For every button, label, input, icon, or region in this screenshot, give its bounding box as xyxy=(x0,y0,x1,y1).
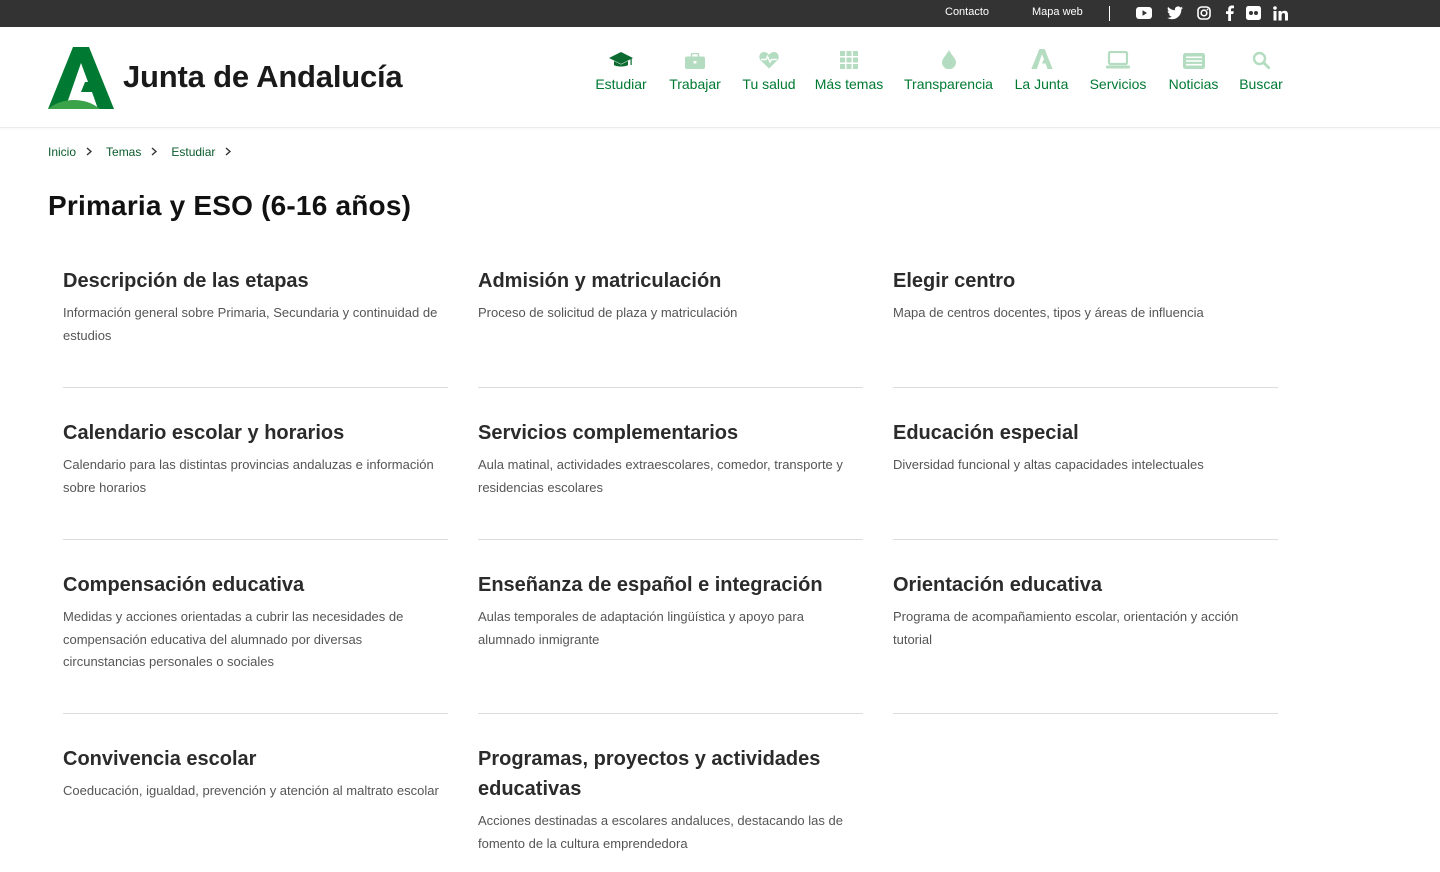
topic-card[interactable]: Enseñanza de español e integración Aulas… xyxy=(478,570,863,714)
sitemap-link[interactable]: Mapa web xyxy=(1032,6,1083,18)
grid-icon xyxy=(840,45,858,69)
card-divider xyxy=(893,713,1278,714)
chevron-right-icon xyxy=(151,145,158,159)
topic-description: Información general sobre Primaria, Secu… xyxy=(63,305,438,343)
twitter-icon[interactable] xyxy=(1167,5,1183,21)
topic-title[interactable]: Convivencia escolar xyxy=(63,744,448,774)
site-header: Junta de Andalucía Estudiar Trabajar Tu … xyxy=(0,27,1440,128)
topic-title[interactable]: Orientación educativa xyxy=(893,570,1278,600)
card-divider xyxy=(63,539,448,540)
linkedin-icon[interactable] xyxy=(1272,5,1288,21)
topbar-divider xyxy=(1109,6,1110,21)
page-title: Primaria y ESO (6-16 años) xyxy=(48,190,412,221)
topic-description: Medidas y acciones orientadas a cubrir l… xyxy=(63,609,404,669)
nav-item-tu-salud[interactable]: Tu salud xyxy=(741,45,797,115)
card-divider xyxy=(63,387,448,388)
topic-card[interactable]: Servicios complementarios Aula matinal, … xyxy=(478,418,863,540)
breadcrumb: Inicio Temas Estudiar xyxy=(48,145,245,159)
breadcrumb-estudiar[interactable]: Estudiar xyxy=(171,145,215,159)
flickr-icon[interactable] xyxy=(1245,5,1261,21)
card-divider xyxy=(478,539,863,540)
card-divider xyxy=(478,713,863,714)
topic-title[interactable]: Enseñanza de español e integración xyxy=(478,570,863,600)
top-bar: Contacto Mapa web xyxy=(0,0,1440,27)
topic-title[interactable]: Descripción de las etapas xyxy=(63,266,448,296)
topic-card[interactable]: Orientación educativa Programa de acompa… xyxy=(893,570,1278,714)
topic-title[interactable]: Educación especial xyxy=(893,418,1278,448)
junta-a-icon xyxy=(1030,45,1053,69)
instagram-icon[interactable] xyxy=(1196,5,1212,21)
topic-card[interactable]: Programas, proyectos y actividades educa… xyxy=(478,744,863,855)
chevron-right-icon xyxy=(225,145,232,159)
nav-label: La Junta xyxy=(1014,76,1069,92)
heart-pulse-icon xyxy=(759,45,779,69)
nav-label: Trabajar xyxy=(669,76,721,92)
topic-description: Coeducación, igualdad, prevención y aten… xyxy=(63,783,439,798)
nav-item-mas-temas[interactable]: Más temas xyxy=(814,45,884,115)
nav-item-noticias[interactable]: Noticias xyxy=(1166,45,1221,115)
contact-link[interactable]: Contacto xyxy=(945,6,989,18)
topic-title[interactable]: Calendario escolar y horarios xyxy=(63,418,448,448)
newspaper-icon xyxy=(1182,45,1205,69)
breadcrumb-temas[interactable]: Temas xyxy=(106,145,141,159)
nav-item-trabajar[interactable]: Trabajar xyxy=(667,45,723,115)
brand-name[interactable]: Junta de Andalucía xyxy=(123,59,403,95)
topic-description: Calendario para las distintas provincias… xyxy=(63,457,434,495)
topic-description: Aula matinal, actividades extraescolares… xyxy=(478,457,843,495)
nav-item-servicios[interactable]: Servicios xyxy=(1088,45,1148,115)
topic-card[interactable]: Compensación educativa Medidas y accione… xyxy=(63,570,448,714)
laptop-icon xyxy=(1106,45,1130,69)
topic-description: Mapa de centros docentes, tipos y áreas … xyxy=(893,305,1204,320)
nav-label: Tu salud xyxy=(742,76,796,92)
briefcase-icon xyxy=(685,45,705,69)
nav-label: Servicios xyxy=(1089,76,1147,92)
nav-label: Transparencia xyxy=(904,76,993,92)
topic-card[interactable]: Convivencia escolar Coeducación, igualda… xyxy=(63,744,448,803)
topic-card[interactable]: Admisión y matriculación Proceso de soli… xyxy=(478,266,863,388)
card-divider xyxy=(893,387,1278,388)
junta-logo[interactable] xyxy=(48,47,114,109)
card-divider xyxy=(478,387,863,388)
drop-icon xyxy=(941,45,956,69)
topic-card[interactable]: Calendario escolar y horarios Calendario… xyxy=(63,418,448,540)
topic-description: Proceso de solicitud de plaza y matricul… xyxy=(478,305,738,320)
nav-label: Noticias xyxy=(1168,76,1219,92)
nav-label: Buscar xyxy=(1239,76,1283,92)
topic-description: Acciones destinadas a escolares andaluce… xyxy=(478,813,843,851)
topic-title[interactable]: Admisión y matriculación xyxy=(478,266,863,296)
nav-item-estudiar[interactable]: Estudiar xyxy=(594,45,648,115)
nav-label: Más temas xyxy=(814,76,884,92)
topic-description: Diversidad funcional y altas capacidades… xyxy=(893,457,1204,472)
topic-title[interactable]: Servicios complementarios xyxy=(478,418,863,448)
nav-item-transparencia[interactable]: Transparencia xyxy=(902,45,995,115)
topic-title[interactable]: Programas, proyectos y actividades educa… xyxy=(478,744,863,804)
nav-label: Estudiar xyxy=(595,76,647,92)
card-divider xyxy=(63,713,448,714)
youtube-icon[interactable] xyxy=(1136,5,1152,21)
nav-item-la-junta[interactable]: La Junta xyxy=(1013,45,1070,115)
graduation-cap-icon xyxy=(609,45,633,69)
topic-title[interactable]: Compensación educativa xyxy=(63,570,448,600)
facebook-icon[interactable] xyxy=(1221,5,1237,21)
topic-card[interactable]: Descripción de las etapas Información ge… xyxy=(63,266,448,388)
topic-description: Aulas temporales de adaptación lingüísti… xyxy=(478,609,804,647)
breadcrumb-inicio[interactable]: Inicio xyxy=(48,145,76,159)
topic-card[interactable]: Educación especial Diversidad funcional … xyxy=(893,418,1278,540)
nav-item-buscar[interactable]: Buscar xyxy=(1238,45,1284,115)
topic-description: Programa de acompañamiento escolar, orie… xyxy=(893,609,1239,647)
card-divider xyxy=(893,539,1278,540)
topic-title[interactable]: Elegir centro xyxy=(893,266,1278,296)
chevron-right-icon xyxy=(86,145,93,159)
topic-card[interactable]: Elegir centro Mapa de centros docentes, … xyxy=(893,266,1278,388)
search-icon xyxy=(1252,45,1270,69)
